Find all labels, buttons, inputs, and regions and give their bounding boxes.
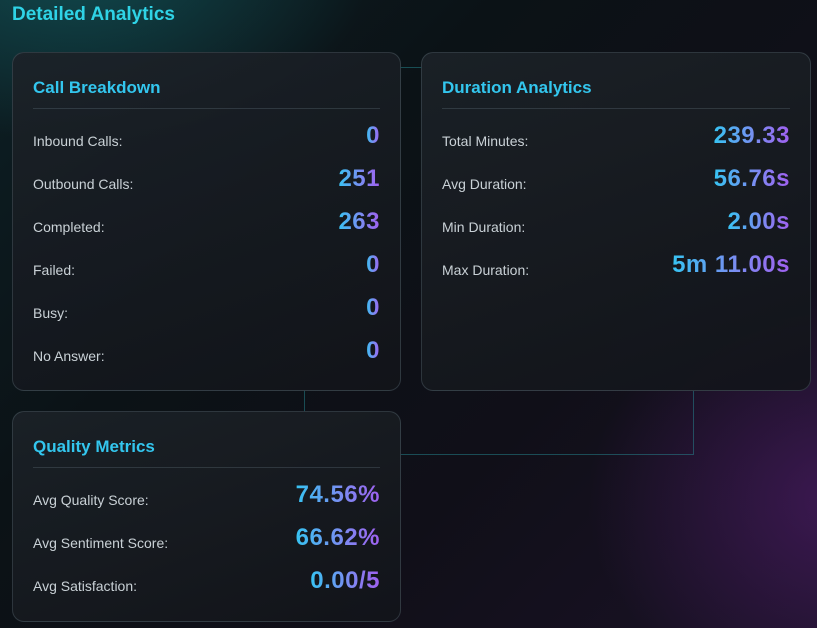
metric-value: 0: [366, 251, 380, 281]
metric-label: Completed:: [33, 219, 105, 235]
metric-label: Max Duration:: [442, 262, 530, 278]
metric-value: 0: [366, 294, 380, 324]
metric-row-busy: Busy: 0: [33, 281, 380, 324]
metric-value: 0: [366, 337, 380, 367]
metric-value: 263: [338, 208, 380, 238]
metric-value: 0: [366, 122, 380, 152]
page-title: Detailed Analytics: [12, 4, 175, 25]
metric-label: Avg Duration:: [442, 176, 527, 192]
metric-row-avg-satisfaction: Avg Satisfaction: 0.00/5: [33, 554, 380, 597]
connector-line: [400, 67, 422, 68]
metric-value: 0.00/5: [310, 567, 380, 597]
metric-label: Min Duration:: [442, 219, 526, 235]
metric-label: Avg Satisfaction:: [33, 578, 138, 594]
metric-value: 251: [338, 165, 380, 195]
call-breakdown-card: Call Breakdown Inbound Calls: 0 Outbound…: [12, 52, 401, 391]
card-title: Duration Analytics: [442, 53, 790, 109]
metric-row-total-minutes: Total Minutes: 239.33: [442, 109, 790, 152]
metric-label: Total Minutes:: [442, 133, 529, 149]
metric-row-no-answer: No Answer: 0: [33, 324, 380, 367]
metric-label: Inbound Calls:: [33, 133, 123, 149]
card-title: Call Breakdown: [33, 53, 380, 109]
metric-row-avg-sentiment-score: Avg Sentiment Score: 66.62%: [33, 511, 380, 554]
metric-row-completed: Completed: 263: [33, 195, 380, 238]
metric-label: Busy:: [33, 305, 69, 321]
connector-line: [304, 390, 305, 412]
metric-value: 5m 11.00s: [672, 251, 790, 281]
connector-line: [400, 391, 694, 455]
metric-label: Failed:: [33, 262, 76, 278]
metric-row-avg-quality-score: Avg Quality Score: 74.56%: [33, 468, 380, 511]
duration-analytics-card: Duration Analytics Total Minutes: 239.33…: [421, 52, 811, 391]
metric-value: 2.00s: [727, 208, 790, 238]
metric-row-min-duration: Min Duration: 2.00s: [442, 195, 790, 238]
metric-row-failed: Failed: 0: [33, 238, 380, 281]
metric-row-max-duration: Max Duration: 5m 11.00s: [442, 238, 790, 281]
metric-value: 56.76s: [714, 165, 790, 195]
metric-row-avg-duration: Avg Duration: 56.76s: [442, 152, 790, 195]
metric-label: Avg Quality Score:: [33, 492, 149, 508]
metric-label: Outbound Calls:: [33, 176, 134, 192]
metric-row-inbound-calls: Inbound Calls: 0: [33, 109, 380, 152]
metric-label: No Answer:: [33, 348, 105, 364]
quality-metrics-card: Quality Metrics Avg Quality Score: 74.56…: [12, 411, 401, 622]
metric-value: 66.62%: [296, 524, 380, 554]
card-title: Quality Metrics: [33, 412, 380, 468]
metric-label: Avg Sentiment Score:: [33, 535, 169, 551]
metric-value: 74.56%: [296, 481, 380, 511]
metric-row-outbound-calls: Outbound Calls: 251: [33, 152, 380, 195]
metric-value: 239.33: [714, 122, 790, 152]
